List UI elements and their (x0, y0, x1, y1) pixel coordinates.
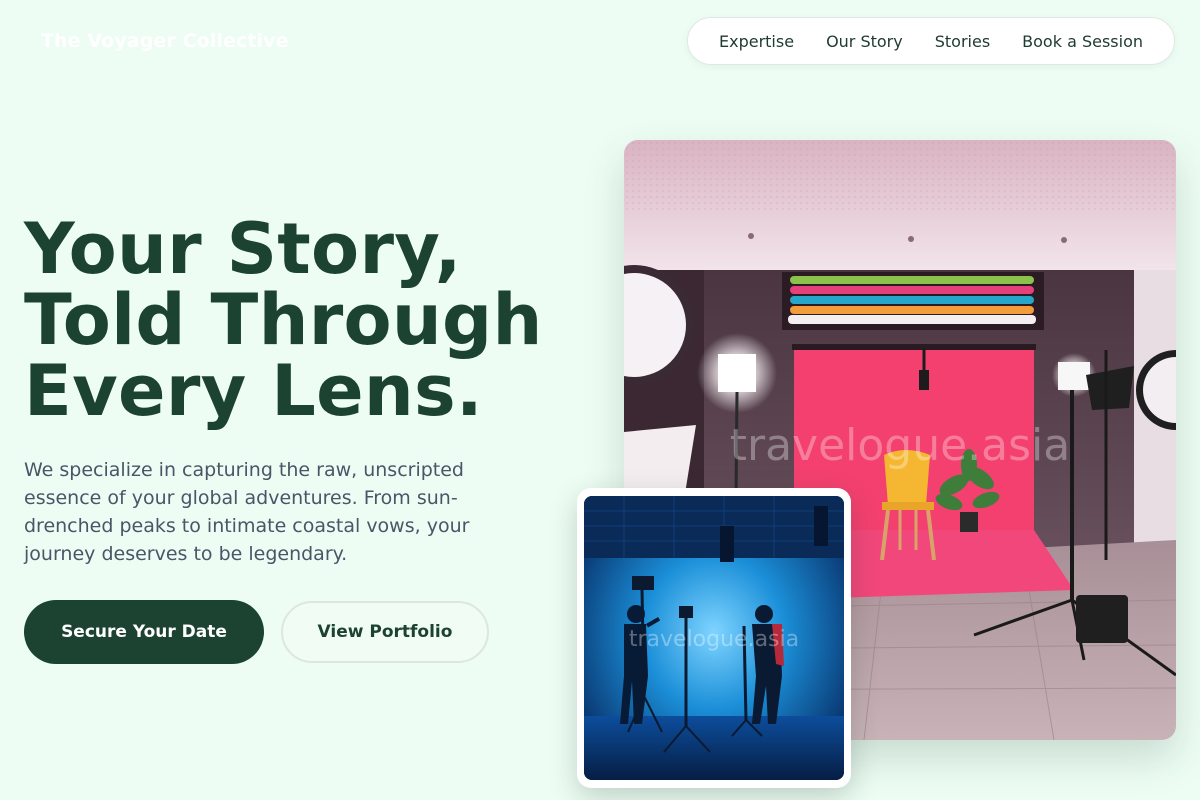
inset-photo-watermark: travelogue.asia (629, 627, 799, 652)
main-photo-watermark: travelogue.asia (730, 420, 1071, 471)
inset-photo: travelogue.asia (584, 496, 844, 780)
inset-photo-card: travelogue.asia (577, 488, 851, 788)
nav-item-book-a-session[interactable]: Book a Session (1022, 32, 1143, 51)
nav-item-our-story[interactable]: Our Story (826, 32, 903, 51)
secure-your-date-button[interactable]: Secure Your Date (24, 600, 264, 664)
nav-item-expertise[interactable]: Expertise (719, 32, 794, 51)
view-portfolio-button[interactable]: View Portfolio (281, 601, 489, 663)
hero-title-line-3: Every Lens. (24, 350, 483, 432)
brand-logo[interactable]: The Voyager Collective (41, 30, 289, 52)
nav-item-stories[interactable]: Stories (935, 32, 990, 51)
hero-subtitle: We specialize in capturing the raw, unsc… (24, 459, 470, 565)
main-nav: Expertise Our Story Stories Book a Sessi… (687, 17, 1175, 65)
hero-title-line-1: Your Story, (24, 208, 462, 290)
hero-title-line-2: Told Through (24, 279, 543, 361)
hero-title: Your Story, Told Through Every Lens. (24, 214, 604, 427)
